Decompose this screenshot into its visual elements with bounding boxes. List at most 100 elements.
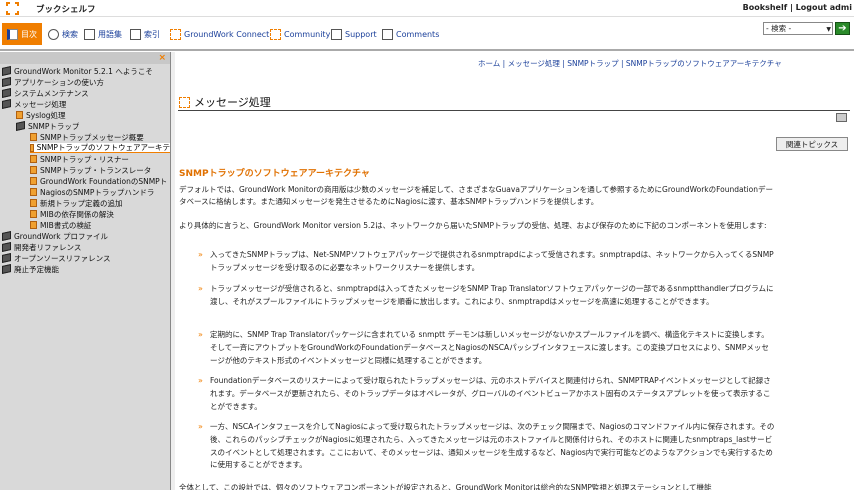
toc-item[interactable]: 新規トラップ定義の追加	[30, 198, 123, 208]
related-topics-button[interactable]: 関連トピックス	[776, 137, 848, 151]
arrow-icon: »	[198, 422, 203, 431]
book-icon	[2, 77, 11, 87]
toc-item-label: SNMPトラップメッセージ概要	[40, 132, 144, 142]
arrow-icon: »	[198, 376, 203, 385]
toc-tree: GroundWork Monitor 5.2.1 へようこそ アプリケーションの…	[0, 64, 170, 490]
book-icon	[2, 253, 11, 263]
page-icon	[30, 221, 37, 229]
toc-item[interactable]: SNMPトラップメッセージ概要	[30, 132, 144, 142]
book-icon	[2, 66, 11, 76]
toolbar-comments-button[interactable]: Comments	[382, 25, 439, 43]
toc-item-label: 開発者リファレンス	[14, 242, 82, 252]
toc-item[interactable]: MIBの依存関係の解決	[30, 209, 114, 219]
search-select-value: - 検索 -	[766, 24, 792, 33]
toolbar-label: 目次	[21, 29, 37, 39]
toc-item[interactable]: GroundWork FoundationのSNMPト	[30, 176, 170, 186]
toc-item-label: SNMPトラップ・トランスレータ	[40, 165, 152, 175]
toolbar-label: 索引	[144, 29, 160, 39]
print-icon[interactable]	[836, 113, 847, 122]
toc-item-selected[interactable]: SNMPトラップのソフトウェアアーキテ	[30, 143, 170, 153]
intro-paragraph: デフォルトでは、GroundWork Monitorの商用版は少数のメッセージを…	[179, 185, 773, 206]
toc-item-label: Syslog処理	[26, 110, 66, 120]
toc-item-label: 新規トラップ定義の追加	[40, 198, 123, 208]
content-pane: ホーム | メッセージ処理 | SNMPトラップ | SNMPトラップのソフトウ…	[176, 52, 854, 490]
toc-item[interactable]: オープンソースリファレンス	[2, 253, 111, 263]
toc-item[interactable]: GroundWork Monitor 5.2.1 へようこそ	[2, 66, 153, 76]
closing-paragraph: 全体として、この設計では、個々のソフトウェアコンポーネントが設定されると、Gro…	[179, 483, 712, 490]
search-select[interactable]: - 検索 - ▼	[763, 22, 833, 35]
groundwork-connect-icon	[170, 28, 181, 40]
page-icon	[30, 166, 37, 174]
toc-item-label: GroundWork プロファイル	[14, 231, 108, 241]
toolbar-search-button[interactable]: 検索	[48, 25, 78, 43]
toolbar-label: Comments	[396, 29, 440, 39]
breadcrumb[interactable]: ホーム | メッセージ処理 | SNMPトラップ | SNMPトラップのソフトウ…	[478, 58, 782, 69]
book-icon	[2, 242, 11, 252]
groundwork-logo-icon	[179, 96, 190, 108]
toc-item[interactable]: アプリケーションの使い方	[2, 77, 104, 87]
toolbar-glossary-button[interactable]: 用語集	[84, 25, 122, 43]
toc-item[interactable]: SNMPトラップ	[16, 121, 79, 131]
toc-item-label: NagiosのSNMPトラップハンドラ	[40, 187, 155, 197]
app-title: ブックシェルフ	[36, 5, 96, 15]
toc-item-label: MIBの依存関係の解決	[40, 209, 114, 219]
chevron-down-icon: ▼	[826, 26, 831, 33]
toc-item[interactable]: GroundWork プロファイル	[2, 231, 108, 241]
list-item: 入ってきたSNMPトラップは、Net-SNMPソフトウェアパッケージで提供される…	[210, 250, 774, 272]
toc-item[interactable]: Syslog処理	[16, 110, 66, 120]
toc-item-label: SNMPトラップのソフトウェアアーキテ	[36, 143, 170, 152]
open-book-icon	[2, 99, 11, 109]
toc-item[interactable]: MIB書式の検証	[30, 220, 91, 230]
community-icon	[270, 28, 281, 40]
page-icon	[30, 143, 34, 152]
toc-item-label: オープンソースリファレンス	[14, 253, 111, 263]
toc-item[interactable]: システムメンテナンス	[2, 88, 89, 98]
page-icon	[30, 188, 37, 196]
page-icon	[30, 133, 37, 141]
toc-item[interactable]: 廃止予定機能	[2, 264, 59, 274]
book-icon	[2, 264, 11, 274]
list-item: Foundationデータベースのリスナーによって受け取られたトラップメッセージ…	[210, 376, 771, 411]
index-icon	[130, 28, 141, 40]
page-heading: メッセージ処理	[179, 94, 271, 110]
toolbar-label: 用語集	[98, 29, 122, 39]
book-icon	[2, 231, 11, 241]
toolbar-label: Community	[284, 29, 331, 39]
arrow-icon: »	[198, 330, 203, 339]
toc-item-label: SNMPトラップ・リスナー	[40, 154, 129, 164]
sidebar: × GroundWork Monitor 5.2.1 へようこそ アプリケーショ…	[0, 52, 171, 490]
arrow-icon: »	[198, 250, 203, 259]
page-icon	[30, 177, 37, 185]
groundwork-logo-icon	[6, 2, 19, 15]
book-icon	[7, 28, 18, 40]
toolbar-index-button[interactable]: 索引	[130, 25, 160, 43]
arrow-icon: »	[198, 284, 203, 293]
toolbar-support-button[interactable]: Support	[331, 25, 377, 43]
toc-item[interactable]: SNMPトラップ・リスナー	[30, 154, 129, 164]
support-icon	[331, 28, 342, 40]
toolbar-connect-button[interactable]: GroundWork Connect	[170, 25, 269, 43]
page-icon	[30, 199, 37, 207]
toolbar-contents-button[interactable]: 目次	[2, 23, 42, 45]
toolbar-label: 検索	[62, 29, 78, 39]
list-item: 一方、NSCAインタフェースを介してNagiosによって受け取られたトラップメッ…	[210, 422, 775, 470]
page-icon	[16, 111, 23, 119]
sidebar-splitter[interactable]	[171, 52, 175, 490]
open-book-icon	[16, 121, 25, 131]
section-title: SNMPトラップのソフトウェアアーキテクチャ	[179, 169, 370, 179]
search-go-button[interactable]: ➔	[835, 22, 850, 35]
toolbar-community-button[interactable]: Community	[270, 25, 330, 43]
top-links[interactable]: Bookshelf | Logout admi	[743, 3, 852, 12]
list-item: 定期的に、SNMP Trap Translatorパッケージに含まれている sn…	[210, 330, 769, 365]
comments-icon	[382, 28, 393, 40]
toc-item-label: SNMPトラップ	[28, 121, 80, 131]
toc-item[interactable]: 開発者リファレンス	[2, 242, 81, 252]
search-icon	[48, 28, 59, 40]
toc-item-label: アプリケーションの使い方	[14, 77, 104, 87]
toc-item[interactable]: NagiosのSNMPトラップハンドラ	[30, 187, 154, 197]
intro-paragraph: より具体的に言うと、GroundWork Monitor version 5.2…	[179, 221, 767, 230]
toc-item[interactable]: SNMPトラップ・トランスレータ	[30, 165, 151, 175]
close-icon[interactable]: ×	[158, 53, 166, 63]
toc-item[interactable]: メッセージ処理	[2, 99, 66, 109]
toc-item-label: システムメンテナンス	[14, 88, 89, 98]
